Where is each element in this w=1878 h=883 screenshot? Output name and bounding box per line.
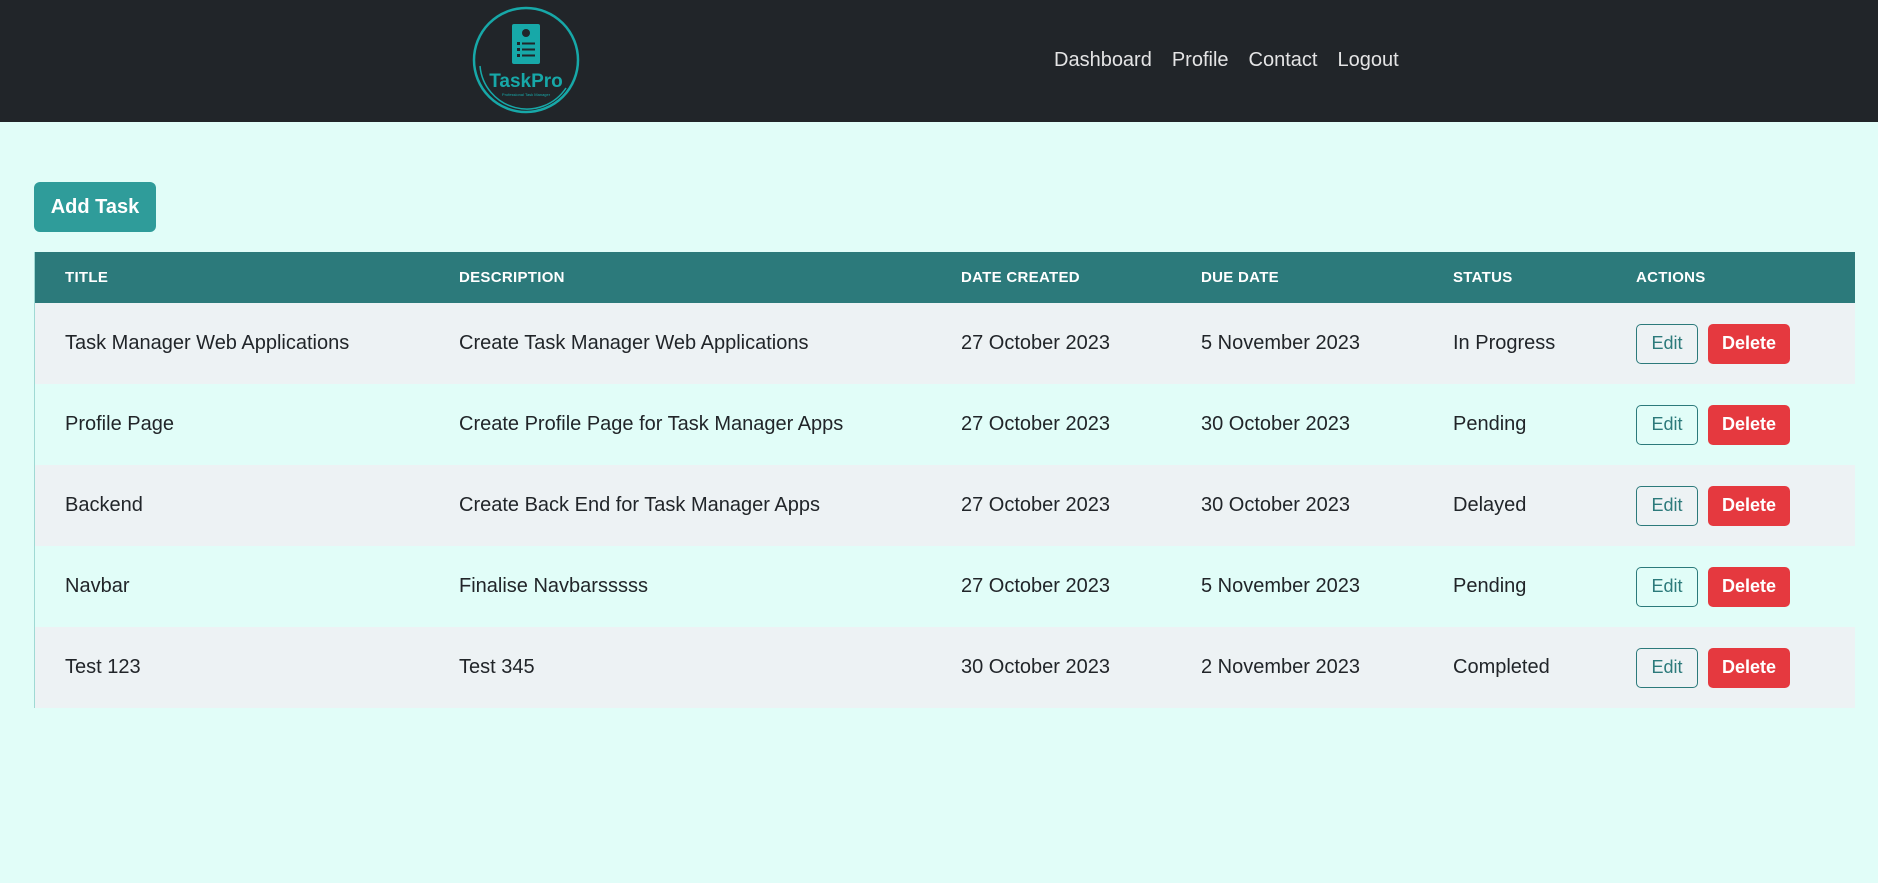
- nav-contact-link[interactable]: Contact: [1249, 46, 1318, 74]
- cell-actions: Edit Delete: [1606, 384, 1855, 465]
- cell-title: Navbar: [65, 575, 130, 597]
- cell-status: Pending: [1453, 413, 1527, 435]
- cell-date-created: 27 October 2023: [961, 413, 1110, 435]
- nav-links: Dashboard Profile Contact Logout: [1054, 46, 1399, 74]
- delete-button[interactable]: Delete: [1708, 323, 1790, 364]
- edit-button[interactable]: Edit: [1636, 404, 1698, 445]
- row-actions: Edit Delete: [1636, 323, 1855, 364]
- cell-due-date: 5 November 2023: [1201, 575, 1360, 597]
- delete-button[interactable]: Delete: [1708, 404, 1790, 445]
- cell-title: Task Manager Web Applications: [65, 332, 350, 354]
- row-actions: Edit Delete: [1636, 485, 1855, 526]
- row-actions: Edit Delete: [1636, 647, 1855, 688]
- cell-title: Backend: [65, 494, 143, 516]
- cell-description: Create Profile Page for Task Manager App…: [459, 413, 844, 435]
- nav-logout-link[interactable]: Logout: [1337, 46, 1398, 74]
- taskpro-logo[interactable]: TaskPro Professional Task Manager: [470, 4, 582, 116]
- cell-date-created: 27 October 2023: [961, 332, 1110, 354]
- row-actions: Edit Delete: [1636, 566, 1855, 607]
- table-header-row: TITLE DESCRIPTION DATE CREATED DUE DATE …: [35, 252, 1855, 303]
- cell-date-created: 27 October 2023: [961, 575, 1110, 597]
- cell-actions: Edit Delete: [1606, 627, 1855, 708]
- cell-actions: Edit Delete: [1606, 546, 1855, 627]
- nav-profile-link[interactable]: Profile: [1172, 46, 1229, 74]
- cell-status: Completed: [1453, 656, 1550, 678]
- edit-button[interactable]: Edit: [1636, 647, 1698, 688]
- row-actions: Edit Delete: [1636, 404, 1855, 445]
- table-row: Task Manager Web Applications Create Tas…: [35, 303, 1855, 384]
- tasks-table: TITLE DESCRIPTION DATE CREATED DUE DATE …: [35, 252, 1855, 708]
- delete-button[interactable]: Delete: [1708, 647, 1790, 688]
- logo-brand-name: TaskPro: [489, 71, 563, 92]
- add-task-button[interactable]: Add Task: [34, 182, 156, 232]
- delete-button[interactable]: Delete: [1708, 485, 1790, 526]
- cell-description: Create Back End for Task Manager Apps: [459, 494, 820, 516]
- cell-due-date: 2 November 2023: [1201, 656, 1360, 678]
- edit-button[interactable]: Edit: [1636, 485, 1698, 526]
- cell-title: Profile Page: [65, 413, 174, 435]
- header-title: TITLE: [65, 269, 109, 286]
- cell-actions: Edit Delete: [1606, 465, 1855, 546]
- header-status: STATUS: [1453, 269, 1513, 286]
- cell-due-date: 30 October 2023: [1201, 494, 1350, 516]
- cell-description: Test 345: [459, 656, 535, 678]
- logo-tagline: Professional Task Manager: [502, 92, 551, 97]
- cell-due-date: 5 November 2023: [1201, 332, 1360, 354]
- cell-due-date: 30 October 2023: [1201, 413, 1350, 435]
- header-due-date: DUE DATE: [1201, 269, 1279, 286]
- table-row: Test 123 Test 345 30 October 2023 2 Nove…: [35, 627, 1855, 708]
- edit-button[interactable]: Edit: [1636, 566, 1698, 607]
- cell-actions: Edit Delete: [1606, 303, 1855, 384]
- table-row: Navbar Finalise Navbarsssss 27 October 2…: [35, 546, 1855, 627]
- cell-status: Delayed: [1453, 494, 1527, 516]
- header-actions: ACTIONS: [1636, 269, 1706, 286]
- edit-button[interactable]: Edit: [1636, 323, 1698, 364]
- table-row: Backend Create Back End for Task Manager…: [35, 465, 1855, 546]
- cell-date-created: 27 October 2023: [961, 494, 1110, 516]
- cell-status: Pending: [1453, 575, 1527, 597]
- cell-description: Finalise Navbarsssss: [459, 575, 648, 597]
- cell-status: In Progress: [1453, 332, 1556, 354]
- clipboard-checklist-icon: TaskPro Professional Task Manager: [472, 6, 580, 114]
- delete-button[interactable]: Delete: [1708, 566, 1790, 607]
- top-navbar: TaskPro Professional Task Manager Dashbo…: [0, 0, 1878, 122]
- cell-title: Test 123: [65, 656, 141, 678]
- cell-description: Create Task Manager Web Applications: [459, 332, 809, 354]
- cell-date-created: 30 October 2023: [961, 656, 1110, 678]
- tasks-table-container: TITLE DESCRIPTION DATE CREATED DUE DATE …: [34, 252, 1855, 708]
- header-description: DESCRIPTION: [459, 269, 565, 286]
- table-row: Profile Page Create Profile Page for Tas…: [35, 384, 1855, 465]
- header-date-created: DATE CREATED: [961, 269, 1080, 286]
- nav-dashboard-link[interactable]: Dashboard: [1054, 46, 1152, 74]
